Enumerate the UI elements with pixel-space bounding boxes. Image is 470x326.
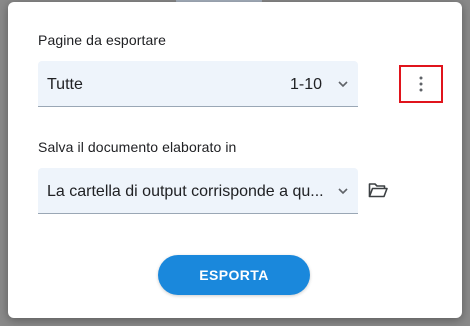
output-folder-value: La cartella di output corrisponde a qu..… [47,183,324,200]
output-folder-select[interactable]: La cartella di output corrisponde a qu..… [38,168,358,214]
export-dialog: Pagine da esportare Tutte 1-10 Salva il … [8,2,462,318]
more-vertical-icon [419,76,423,92]
folder-open-icon[interactable] [368,182,388,198]
chevron-down-icon [338,188,348,195]
chevron-down-icon [338,81,348,88]
pages-select-value: Tutte [47,76,83,93]
pages-select[interactable]: Tutte 1-10 [38,61,358,107]
save-location-label: Salva il documento elaborato in [38,139,237,155]
export-button[interactable]: ESPORTA [158,255,310,295]
more-options-button[interactable] [399,65,443,103]
pages-range: 1-10 [289,76,322,93]
pages-to-export-label: Pagine da esportare [38,32,166,48]
